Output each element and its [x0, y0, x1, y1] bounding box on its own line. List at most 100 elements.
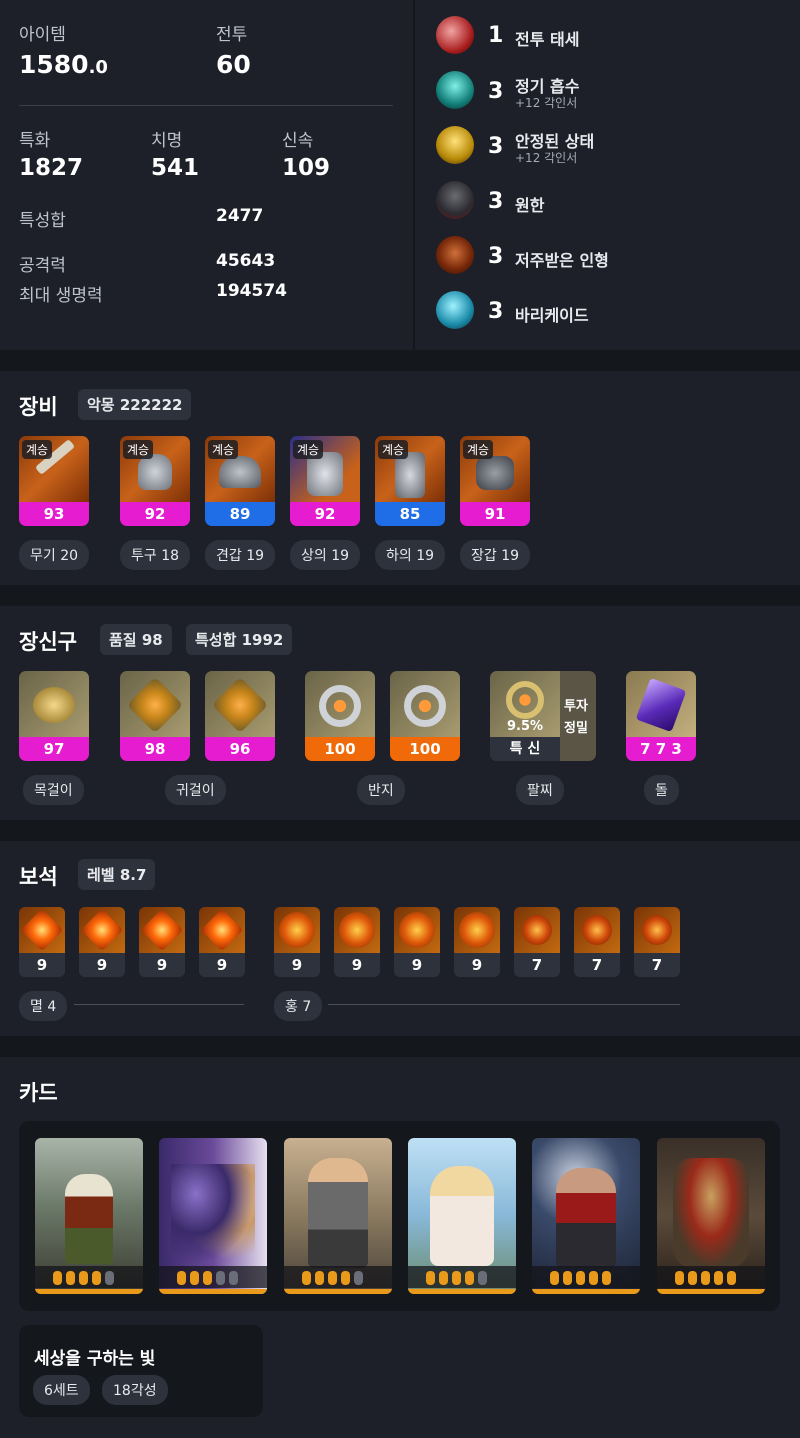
card-set-count: 6세트	[33, 1375, 90, 1405]
necklace-icon	[19, 671, 89, 739]
card-1[interactable]	[35, 1138, 143, 1294]
damage-gem[interactable]: 9	[199, 907, 245, 977]
card-3[interactable]	[284, 1138, 392, 1294]
awakening-dots	[408, 1266, 516, 1288]
earring-icon	[120, 671, 190, 739]
cooldown-gem[interactable]: 9	[334, 907, 380, 977]
set-badge: 악몽 222222	[78, 389, 192, 420]
card-5[interactable]	[532, 1138, 640, 1294]
awakening-dots	[159, 1266, 267, 1288]
damage-gem[interactable]: 9	[19, 907, 65, 977]
combat-level-value: 60	[216, 50, 251, 79]
card-grade-bar	[657, 1289, 765, 1294]
item-level-value: 1580.0	[19, 50, 108, 79]
stable-state-icon	[436, 126, 474, 164]
engraving-name: 전투 태세	[515, 30, 580, 49]
earring-1-slot[interactable]: 98	[120, 671, 190, 761]
item-level-int: 1580	[19, 50, 89, 79]
card-grid	[19, 1121, 780, 1311]
inherit-tag: 계승	[22, 440, 53, 459]
awakening-dot	[177, 1271, 186, 1285]
earring-icon	[205, 671, 275, 739]
ring-1-slot[interactable]: 100	[305, 671, 375, 761]
card-4[interactable]	[408, 1138, 516, 1294]
cooldown-gem[interactable]: 7	[574, 907, 620, 977]
awakening-dot	[229, 1271, 238, 1285]
bracelet-slot[interactable]: 9.5% 특 신 투자 정밀	[490, 671, 596, 761]
cooldown-gem[interactable]: 9	[274, 907, 320, 977]
awakening-dot	[203, 1271, 212, 1285]
stone-label: 돌	[644, 775, 679, 805]
awakening-dot	[727, 1271, 736, 1285]
damage-gem[interactable]: 9	[139, 907, 185, 977]
engraving-name: 원한	[515, 196, 545, 215]
awakening-dot	[328, 1271, 337, 1285]
equipment-title: 장비	[19, 395, 58, 419]
gloves-slot[interactable]: 계승 91	[460, 436, 530, 526]
inherit-tag: 계승	[208, 440, 239, 459]
total-stat-value: 2477	[216, 206, 264, 226]
card-6[interactable]	[657, 1138, 765, 1294]
attack-value: 45643	[216, 251, 276, 271]
quality-bar: 97	[19, 737, 89, 761]
engraving-level: 3	[488, 134, 504, 159]
item-level-decimal: .0	[88, 57, 108, 78]
stat-total-badge: 특성합 1992	[186, 624, 293, 655]
card-set-box: 세상을 구하는 빛 6세트 18각성	[19, 1325, 263, 1417]
card-2-art	[171, 1164, 255, 1264]
gem-level: 9	[334, 953, 380, 977]
awakening-dot	[79, 1271, 88, 1285]
awakening-dot	[341, 1271, 350, 1285]
inherit-tag: 계승	[293, 440, 324, 459]
pants-slot[interactable]: 계승 85	[375, 436, 445, 526]
bracelet-stats: 특 신	[490, 737, 560, 761]
quality-bar: 93	[19, 502, 89, 526]
max-hp-value: 194574	[216, 281, 287, 301]
cooldown-gem[interactable]: 9	[454, 907, 500, 977]
bracelet-percent: 9.5%	[506, 719, 544, 734]
card-grade-bar	[159, 1289, 267, 1294]
stats-divider	[19, 105, 393, 106]
card-2[interactable]	[159, 1138, 267, 1294]
helmet-slot[interactable]: 계승 92	[120, 436, 190, 526]
stats-panel: 아이템 1580.0 전투 60 특화 1827 치명 541 신속 109 특…	[0, 0, 800, 350]
cooldown-gem[interactable]: 7	[514, 907, 560, 977]
weapon-slot[interactable]: 계승 93	[19, 436, 89, 526]
ring-label: 반지	[357, 775, 405, 805]
gem-level: 9	[394, 953, 440, 977]
stone-values: 7 7 3	[626, 737, 696, 761]
engraving-level: 3	[488, 299, 504, 324]
barricade-icon	[436, 291, 474, 329]
awakening-dot	[714, 1271, 723, 1285]
earring-2-slot[interactable]: 96	[205, 671, 275, 761]
damage-gem-line	[74, 1004, 244, 1005]
shoulder-slot[interactable]: 계승 89	[205, 436, 275, 526]
attack-label: 공격력	[19, 256, 66, 276]
chest-slot[interactable]: 계승 92	[290, 436, 360, 526]
cooldown-gem[interactable]: 9	[394, 907, 440, 977]
awakening-dot	[354, 1271, 363, 1285]
ring-2-slot[interactable]: 100	[390, 671, 460, 761]
awakening-dot	[66, 1271, 75, 1285]
cooldown-gem-line	[328, 1004, 680, 1005]
gem-level: 7	[574, 953, 620, 977]
ability-stone-slot[interactable]: 7 7 3	[626, 671, 696, 761]
card-grade-bar	[408, 1289, 516, 1294]
awakening-dot	[589, 1271, 598, 1285]
total-stat-label: 특성합	[19, 211, 66, 231]
awakening-dots	[35, 1266, 143, 1288]
cooldown-gem-icon	[634, 907, 680, 953]
cooldown-gem-count: 홍 7	[274, 991, 323, 1021]
necklace-slot[interactable]: 97	[19, 671, 89, 761]
max-hp-label: 최대 생명력	[19, 286, 103, 306]
awakening-dot	[315, 1271, 324, 1285]
gem-level: 9	[274, 953, 320, 977]
damage-gem-icon	[139, 907, 185, 953]
cooldown-gem-icon	[514, 907, 560, 953]
gem-level: 7	[514, 953, 560, 977]
damage-gem[interactable]: 9	[79, 907, 125, 977]
engraving-level: 3	[488, 79, 504, 104]
panel-vertical-divider	[413, 0, 415, 350]
quality-bar: 100	[390, 737, 460, 761]
cooldown-gem[interactable]: 7	[634, 907, 680, 977]
